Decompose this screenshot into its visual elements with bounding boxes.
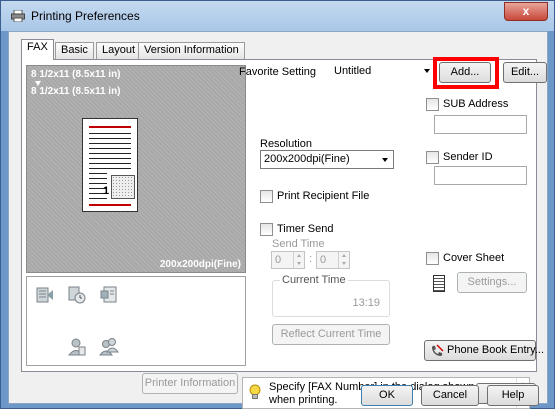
tab-fax[interactable]: FAX (21, 39, 54, 60)
favorite-setting-select[interactable]: Untitled (331, 63, 433, 82)
chevron-up-icon[interactable] (342, 254, 346, 257)
tab-version-information[interactable]: Version Information (138, 42, 245, 59)
sub-address-label: SUB Address (443, 98, 509, 110)
chevron-down-icon[interactable] (342, 262, 346, 265)
sender-id-input[interactable] (434, 166, 527, 185)
send-time-minute-stepper[interactable]: 0 (316, 251, 350, 269)
sub-image-box (111, 175, 135, 199)
recipient-icon (67, 338, 86, 356)
tab-basic[interactable]: Basic (55, 42, 94, 59)
address-book-icon (99, 338, 119, 356)
chevron-down-icon (424, 69, 430, 73)
sub-address-input[interactable] (434, 115, 527, 134)
header-line (89, 126, 131, 128)
lightbulb-icon (249, 384, 261, 399)
dialog-client-area: FAX Basic Layout Version Information 8 1… (8, 31, 548, 409)
footer-line (89, 204, 131, 206)
resolution-badge: 200x200dpi(Fine) (159, 259, 241, 270)
current-time-group: Current Time 13:19 (272, 274, 390, 317)
highlight-box (433, 57, 499, 89)
function-icons-panel (26, 276, 246, 366)
cover-sheet-settings-button[interactable]: Settings... (457, 272, 527, 293)
resolution-label: Resolution (260, 138, 312, 150)
edit-button[interactable]: Edit... (503, 62, 547, 83)
title-bar[interactable]: Printing Preferences x (1, 1, 554, 31)
cancel-button[interactable]: Cancel (421, 385, 479, 406)
output-paper-size: 8 1/2x11 (8.5x11 in) (31, 86, 121, 97)
cover-sheet-label: Cover Sheet (443, 252, 505, 264)
tab-layout[interactable]: Layout (96, 42, 142, 59)
chevron-down-icon (382, 158, 388, 162)
send-time-hour-stepper[interactable]: 0 (271, 251, 305, 269)
phone-book-entry-button[interactable]: Phone Book Entry... (424, 340, 544, 361)
print-recipient-file-label: Print Recipient File (277, 190, 370, 202)
send-time-minute: 0 (320, 254, 327, 266)
reflect-current-time-button[interactable]: Reflect Current Time (272, 324, 390, 345)
sub-address-checkbox[interactable] (426, 98, 439, 111)
favorite-setting-value: Untitled (334, 65, 372, 77)
printer-icon (11, 10, 25, 22)
phone-book-entry-label: Phone Book Entry... (447, 344, 545, 356)
chevron-down-icon[interactable] (297, 262, 301, 265)
chevron-up-icon[interactable] (297, 254, 301, 257)
printing-preferences-window: Printing Preferences x FAX Basic Layout … (0, 0, 555, 409)
printer-information-button[interactable]: Printer Information (142, 373, 238, 394)
close-button[interactable]: x (504, 2, 548, 21)
resolution-select[interactable]: 200x200dpi(Fine) (260, 150, 394, 169)
timer-send-checkbox[interactable] (260, 223, 273, 236)
paper-preview: 1 (82, 118, 138, 212)
current-time-label: Current Time (280, 274, 348, 286)
page-preview: 8 1/2x11 (8.5x11 in) 8 1/2x11 (8.5x11 in… (26, 65, 246, 273)
close-icon: x (522, 4, 530, 18)
sender-id-checkbox[interactable] (426, 151, 439, 164)
print-recipient-file-checkbox[interactable] (260, 190, 273, 203)
sender-id-label: Sender ID (443, 151, 493, 163)
original-paper-size: 8 1/2x11 (8.5x11 in) (31, 69, 121, 80)
cover-sheet-checkbox[interactable] (426, 252, 439, 265)
fax-document-icon (36, 287, 53, 303)
send-time-hour: 0 (275, 254, 282, 266)
ok-button[interactable]: OK (361, 385, 413, 406)
timer-icon (68, 286, 86, 304)
send-time-label: Send Time (272, 238, 325, 250)
timer-send-label: Timer Send (277, 223, 334, 235)
resolution-value: 200x200dpi(Fine) (264, 153, 350, 165)
page-number: 1 (103, 185, 110, 197)
current-time-value: 13:19 (352, 297, 380, 309)
help-button[interactable]: Help (487, 385, 539, 406)
cover-sheet-icon (433, 275, 445, 292)
window-title: Printing Preferences (31, 9, 140, 23)
time-separator: : (309, 253, 313, 265)
cover-sheet-icon (100, 286, 117, 303)
favorite-setting-label: Favorite Setting (239, 66, 317, 78)
phone-book-icon (432, 344, 444, 356)
